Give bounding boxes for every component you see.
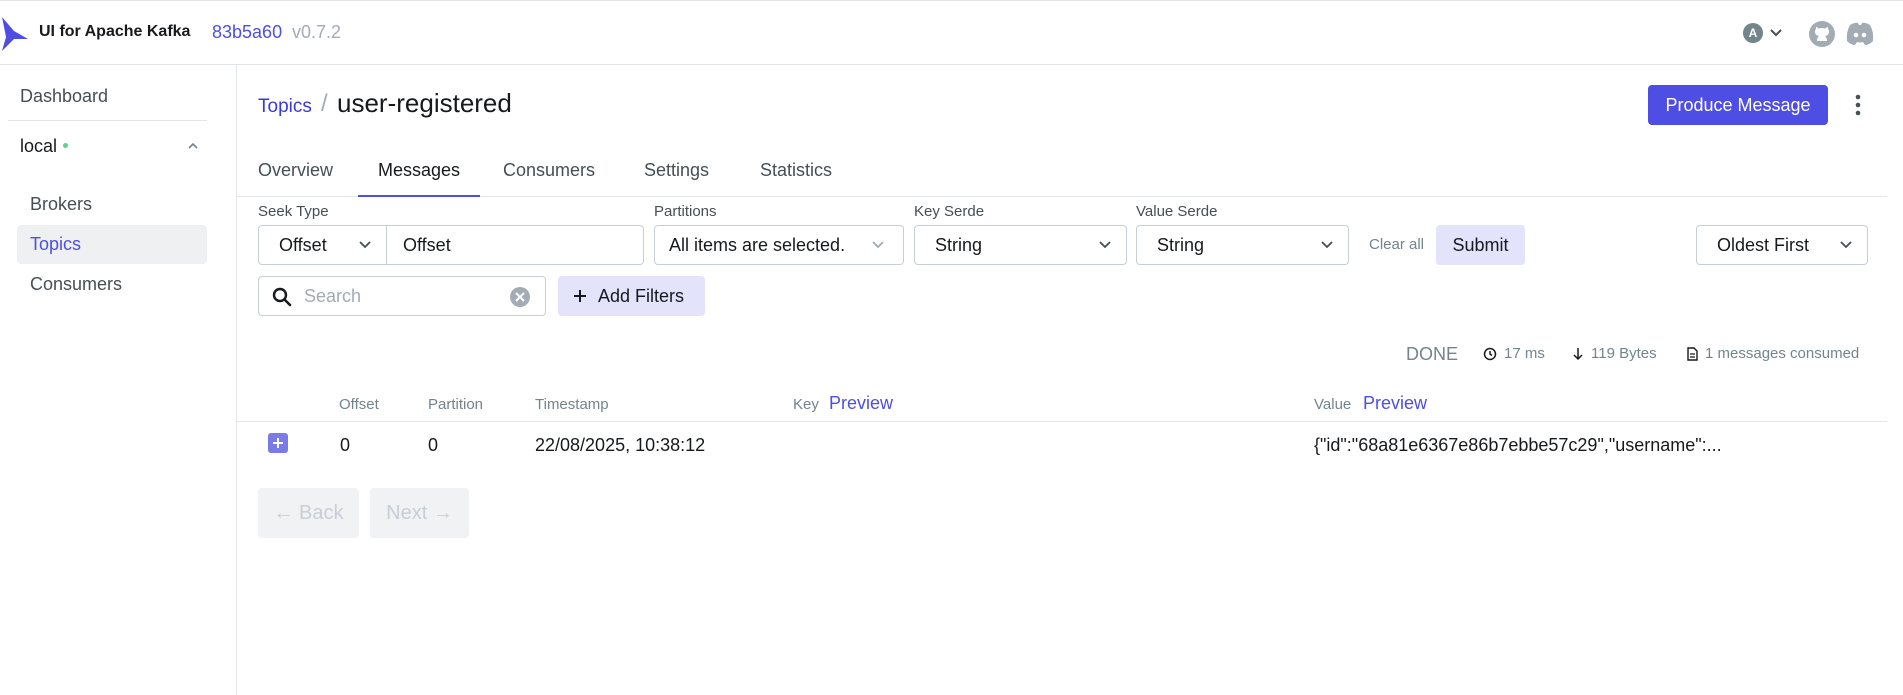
version-tag: v0.7.2 [292, 22, 342, 42]
user-menu[interactable]: A [1743, 23, 1783, 43]
expand-row-button[interactable] [268, 433, 288, 453]
app-title[interactable]: UI for Apache Kafka [39, 23, 190, 41]
tab-statistics[interactable]: Statistics [760, 151, 832, 197]
clear-all-link[interactable]: Clear all [1369, 236, 1424, 253]
chevron-down-icon [1840, 241, 1852, 249]
seek-type-select[interactable]: Offset [258, 225, 387, 265]
offset-input[interactable]: Offset [386, 225, 644, 265]
tab-messages[interactable]: Messages [358, 151, 481, 197]
fetch-status: DONE [1406, 344, 1459, 364]
cluster-toggle[interactable]: local [20, 131, 200, 161]
consumed-value: 1 messages consumed [1705, 345, 1860, 362]
cell-value[interactable]: {"id":"68a81e6367e86b7ebbe57c29","userna… [1314, 435, 1722, 456]
topic-tabs: Overview Messages Consumers Settings Sta… [237, 151, 1887, 197]
cell-timestamp: 22/08/2025, 10:38:12 [535, 435, 706, 455]
key-preview-link[interactable]: Preview [829, 393, 893, 414]
value-serde-label: Value Serde [1136, 203, 1218, 220]
sidebar-item-topics[interactable]: Topics [17, 225, 207, 264]
next-button[interactable]: Next → [370, 488, 469, 538]
key-serde-label: Key Serde [914, 203, 985, 220]
bytes-consumed: 119 Bytes [1572, 345, 1657, 362]
messages-consumed: 1 messages consumed [1686, 345, 1859, 362]
clear-search-icon[interactable] [509, 286, 531, 308]
breadcrumb-topics-link[interactable]: Topics [258, 96, 312, 118]
chevron-down-icon [1770, 29, 1782, 37]
table-header-divider [237, 421, 1887, 422]
cluster-name: local [20, 135, 58, 156]
chevron-down-icon [1099, 241, 1111, 249]
bytes-value: 119 Bytes [1591, 345, 1657, 362]
produce-message-button[interactable]: Produce Message [1648, 85, 1828, 125]
key-serde-select[interactable]: String [914, 225, 1127, 265]
back-button[interactable]: ← Back [258, 488, 359, 538]
column-header-key: Key [793, 396, 819, 413]
breadcrumb-separator: / [321, 90, 328, 117]
kafka-logo-icon[interactable] [0, 17, 30, 51]
elapsed-time: 17 ms [1483, 345, 1545, 362]
chevron-down-icon [872, 241, 884, 249]
column-header-timestamp: Timestamp [535, 396, 609, 413]
discord-icon[interactable] [1845, 21, 1875, 47]
value-serde-select[interactable]: String [1136, 225, 1349, 265]
sort-order-select[interactable]: Oldest First [1696, 225, 1868, 265]
add-filters-button[interactable]: Add Filters [558, 276, 705, 316]
top-bar: UI for Apache Kafka 83b5a60 v0.7.2 A [0, 0, 1903, 65]
value-serde-value: String [1157, 234, 1205, 255]
partitions-label: Partitions [654, 203, 717, 220]
tab-consumers[interactable]: Consumers [503, 151, 595, 197]
elapsed-value: 17 ms [1504, 345, 1545, 362]
nav-dashboard[interactable]: Dashboard [20, 86, 108, 107]
file-icon [1687, 346, 1698, 361]
chevron-down-icon [1321, 241, 1333, 249]
github-icon[interactable] [1808, 20, 1836, 48]
arrow-down-icon [1573, 347, 1583, 360]
partitions-select[interactable]: All items are selected. [654, 225, 904, 265]
column-header-partition: Partition [428, 396, 484, 413]
online-status-dot [63, 142, 69, 148]
page-title: user-registered [337, 88, 512, 118]
sort-order-value: Oldest First [1717, 234, 1810, 255]
seek-type-value: Offset [279, 234, 327, 255]
sidebar: Dashboard local Brokers Topics Consumers [0, 65, 237, 695]
chevron-up-icon [188, 142, 198, 149]
submit-button[interactable]: Submit [1436, 225, 1525, 265]
clock-icon [1483, 347, 1497, 360]
search-icon [272, 287, 292, 307]
add-filters-label: Add Filters [598, 285, 685, 306]
search-box [258, 276, 546, 316]
plus-icon [574, 290, 586, 302]
plus-icon [273, 438, 283, 448]
seek-type-label: Seek Type [258, 203, 329, 220]
version-hash-link[interactable]: 83b5a60 [212, 22, 282, 43]
search-input[interactable] [304, 283, 504, 309]
sidebar-item-consumers[interactable]: Consumers [17, 265, 207, 304]
chevron-down-icon [359, 241, 371, 249]
column-header-offset: Offset [339, 396, 379, 413]
column-header-value: Value [1314, 396, 1352, 413]
partitions-value: All items are selected. [669, 234, 846, 255]
cell-offset: 0 [340, 435, 351, 455]
tab-overview[interactable]: Overview [258, 151, 333, 197]
tab-settings[interactable]: Settings [644, 151, 709, 197]
avatar: A [1743, 23, 1763, 43]
cell-partition: 0 [428, 435, 439, 455]
more-vertical-icon[interactable] [1848, 92, 1868, 118]
key-serde-value: String [935, 234, 983, 255]
sidebar-divider [8, 120, 207, 121]
value-preview-link[interactable]: Preview [1363, 393, 1427, 414]
sidebar-item-brokers[interactable]: Brokers [17, 185, 207, 224]
